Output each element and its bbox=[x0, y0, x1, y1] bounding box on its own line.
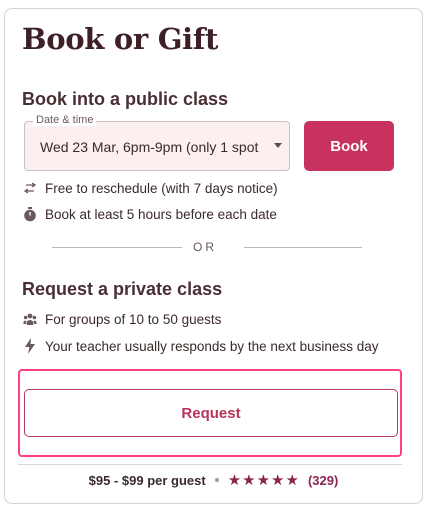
footer-divider bbox=[18, 464, 402, 465]
lightning-icon bbox=[22, 338, 38, 354]
footer-dot-separator bbox=[214, 478, 219, 482]
private-class-heading: Request a private class bbox=[22, 279, 223, 299]
request-button[interactable]: Request bbox=[24, 389, 398, 437]
or-divider-right bbox=[244, 247, 362, 248]
or-separator: OR bbox=[193, 240, 217, 254]
info-response-time: Your teacher usually responds by the nex… bbox=[22, 338, 392, 356]
group-icon bbox=[22, 311, 38, 327]
chevron-down-icon bbox=[274, 143, 282, 148]
info-reschedule-text: Free to reschedule (with 7 days notice) bbox=[45, 181, 278, 196]
star-rating-icon: ★★★★★ bbox=[227, 472, 300, 489]
date-time-value: Wed 23 Mar, 6pm-9pm (only 1 spot bbox=[40, 139, 259, 155]
public-class-heading: Book into a public class bbox=[22, 89, 229, 109]
date-time-label: Date & time bbox=[33, 114, 97, 126]
info-book-ahead-text: Book at least 5 hours before each date bbox=[45, 207, 277, 222]
stopwatch-icon bbox=[22, 206, 38, 222]
info-group-size: For groups of 10 to 50 guests bbox=[22, 311, 221, 329]
info-reschedule: Free to reschedule (with 7 days notice) bbox=[22, 180, 278, 198]
card-title: Book or Gift bbox=[22, 22, 219, 56]
pricing-footer: $95 - $99 per guest ★★★★★ (329) bbox=[0, 471, 427, 489]
info-response-time-text: Your teacher usually responds by the nex… bbox=[45, 339, 379, 354]
info-book-ahead: Book at least 5 hours before each date bbox=[22, 206, 277, 224]
date-time-select[interactable]: Date & time Wed 23 Mar, 6pm-9pm (only 1 … bbox=[24, 114, 290, 171]
review-count-link[interactable]: (329) bbox=[308, 473, 338, 488]
price-per-guest: $95 - $99 per guest bbox=[88, 472, 206, 488]
book-button[interactable]: Book bbox=[304, 121, 394, 171]
info-group-size-text: For groups of 10 to 50 guests bbox=[45, 312, 222, 327]
swap-arrows-icon bbox=[22, 180, 38, 196]
or-divider-left bbox=[52, 247, 182, 248]
